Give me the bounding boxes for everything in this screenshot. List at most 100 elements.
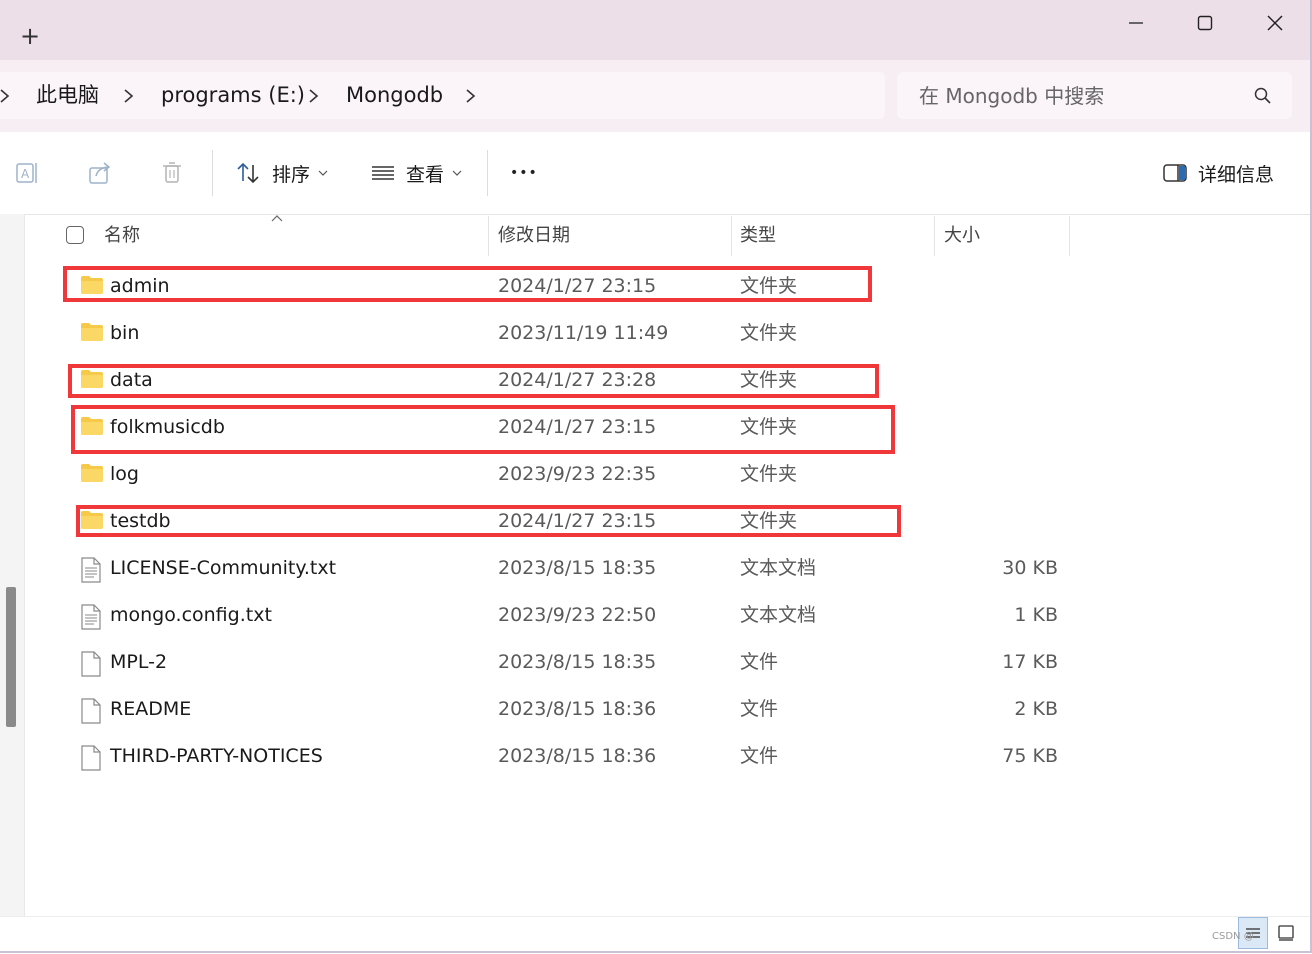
file-modified-date: 2023/8/15 18:36	[498, 698, 657, 720]
file-size	[935, 404, 1058, 451]
tiles-view-button[interactable]	[1271, 917, 1301, 949]
maximize-icon	[1197, 15, 1213, 31]
status-bar	[0, 916, 1312, 954]
trash-icon	[163, 162, 181, 183]
file-row-data[interactable]: data 2024/1/27 23:28 文件夹	[25, 357, 1312, 404]
search-input[interactable]	[917, 80, 1241, 112]
file-row-mpl-2[interactable]: MPL-2 2023/8/15 18:35 文件 17 KB	[25, 639, 1312, 686]
chevron-right-icon[interactable]	[462, 86, 480, 106]
file-type: 文件夹	[740, 510, 798, 532]
column-header-size[interactable]: 大小	[944, 214, 980, 260]
file-modified-date: 2023/8/15 18:35	[498, 651, 657, 673]
chevron-right-icon[interactable]	[120, 86, 138, 106]
breadcrumb-programs-drive[interactable]: programs (E:)	[161, 72, 305, 119]
view-label: 查看	[406, 163, 445, 186]
title-bar: +	[0, 0, 1312, 60]
minimize-icon	[1129, 22, 1143, 24]
chevron-right-icon[interactable]	[0, 86, 14, 106]
toolbar-separator	[487, 150, 488, 196]
breadcrumb-this-pc[interactable]: 此电脑	[36, 72, 99, 119]
file-type: 文件	[740, 698, 779, 720]
file-row-license-community-txt[interactable]: LICENSE-Community.txt 2023/8/15 18:35 文本文档…	[25, 545, 1312, 592]
folder-icon	[81, 323, 103, 341]
minimize-button[interactable]	[1116, 8, 1156, 38]
sort-button[interactable]: 排序	[234, 154, 328, 192]
file-type: 文件夹	[740, 416, 798, 438]
new-tab-button[interactable]: +	[18, 22, 42, 50]
file-size: 30 KB	[1002, 557, 1058, 579]
file-name: LICENSE-Community.txt	[110, 557, 337, 579]
file-size: 1 KB	[1014, 604, 1058, 626]
file-row-log[interactable]: log 2023/9/23 22:35 文件夹	[25, 451, 1312, 498]
file-size	[935, 310, 1058, 357]
rename-button[interactable]: A	[14, 154, 42, 192]
column-header-date[interactable]: 修改日期	[498, 214, 570, 260]
file-name: MPL-2	[110, 651, 168, 673]
file-size: 75 KB	[1002, 745, 1058, 767]
file-type: 文件夹	[740, 322, 798, 344]
file-name: data	[110, 369, 153, 391]
folder-icon	[81, 276, 103, 294]
file-icon	[81, 698, 101, 724]
column-header-name[interactable]: 名称	[104, 214, 140, 260]
file-row-testdb[interactable]: testdb 2024/1/27 23:15 文件夹	[25, 498, 1312, 545]
file-row-folkmusicdb[interactable]: folkmusicdb 2024/1/27 23:15 文件夹	[25, 404, 1312, 451]
file-icon	[81, 651, 101, 677]
search-icon[interactable]	[1253, 86, 1273, 106]
address-bar[interactable]: 此电脑 programs (E:) Mongodb	[0, 72, 885, 119]
file-modified-date: 2024/1/27 23:28	[498, 369, 657, 391]
file-type: 文件	[740, 745, 779, 767]
file-size	[935, 263, 1058, 310]
column-header-row: 名称 修改日期 类型 大小	[25, 214, 1312, 260]
maximize-button[interactable]	[1185, 8, 1225, 38]
text-file-icon	[81, 557, 101, 583]
chevron-down-icon	[318, 170, 328, 176]
breadcrumb-mongodb[interactable]: Mongodb	[346, 72, 443, 119]
file-size	[935, 451, 1058, 498]
file-modified-date: 2023/9/23 22:50	[498, 604, 657, 626]
chevron-right-icon[interactable]	[305, 86, 323, 106]
file-size: 17 KB	[1002, 651, 1058, 673]
file-type: 文本文档	[740, 557, 817, 579]
file-type: 文件	[740, 651, 779, 673]
view-button[interactable]: 查看	[370, 154, 462, 192]
more-options-button[interactable]: •••	[510, 154, 538, 192]
details-pane-label: 详细信息	[1198, 163, 1275, 186]
sort-label: 排序	[272, 163, 311, 186]
file-type: 文件夹	[740, 369, 798, 391]
file-name: admin	[110, 275, 170, 297]
share-icon	[89, 162, 111, 184]
file-row-bin[interactable]: bin 2023/11/19 11:49 文件夹	[25, 310, 1312, 357]
chevron-down-icon	[452, 170, 462, 176]
file-name: folkmusicdb	[110, 416, 225, 438]
details-pane-button[interactable]: 详细信息	[1162, 154, 1274, 192]
folder-icon	[81, 417, 103, 435]
file-row-third-party-notices[interactable]: THIRD-PARTY-NOTICES 2023/8/15 18:36 文件 75 K…	[25, 733, 1312, 780]
column-divider[interactable]	[488, 216, 489, 256]
file-name: testdb	[110, 510, 171, 532]
close-button[interactable]	[1255, 8, 1295, 38]
file-modified-date: 2024/1/27 23:15	[498, 416, 657, 438]
folder-icon	[81, 464, 103, 482]
more-options-icon: •••	[510, 165, 538, 181]
share-button[interactable]	[86, 154, 114, 192]
column-divider[interactable]	[731, 216, 732, 256]
delete-button[interactable]	[158, 154, 186, 192]
file-row-mongo-config-txt[interactable]: mongo.config.txt 2023/9/23 22:50 文本文档 1 KB	[25, 592, 1312, 639]
navigation-pane	[0, 214, 25, 916]
column-divider[interactable]	[934, 216, 935, 256]
search-box[interactable]	[897, 72, 1292, 119]
watermark-text: CSDN @	[1212, 931, 1254, 942]
column-divider[interactable]	[1069, 216, 1070, 256]
column-header-type[interactable]: 类型	[740, 214, 776, 260]
nav-pane-scrollbar[interactable]	[6, 587, 16, 727]
file-name: bin	[110, 322, 140, 344]
select-all-checkbox[interactable]	[66, 226, 84, 244]
sort-ascending-icon	[271, 215, 283, 222]
file-name: log	[110, 463, 139, 485]
file-size: 2 KB	[1014, 698, 1058, 720]
file-modified-date: 2023/8/15 18:35	[498, 557, 657, 579]
file-name: mongo.config.txt	[110, 604, 272, 626]
file-row-readme[interactable]: README 2023/8/15 18:36 文件 2 KB	[25, 686, 1312, 733]
file-row-admin[interactable]: admin 2024/1/27 23:15 文件夹	[25, 263, 1312, 310]
